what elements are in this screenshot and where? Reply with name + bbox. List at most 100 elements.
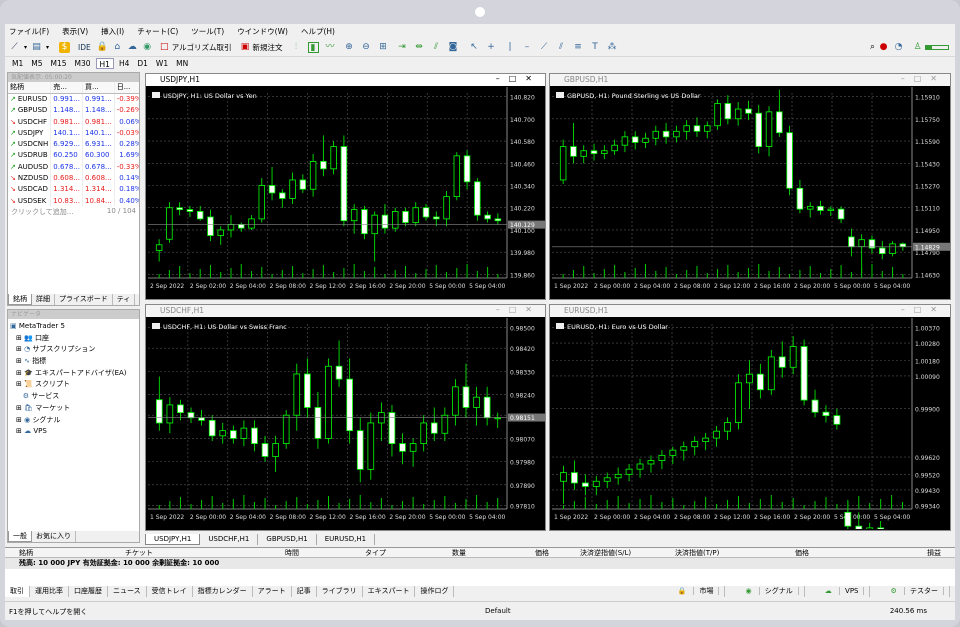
navigator-tab[interactable]: お気に入り xyxy=(32,531,76,542)
trade-column-header[interactable]: 損益 xyxy=(927,548,941,558)
chart-canvas[interactable]: 0.985000.984200.983300.982400.981600.980… xyxy=(148,318,545,529)
navigator-item[interactable]: ⊞ ☁ VPS xyxy=(10,426,137,438)
navigator-item[interactable]: ⊞ ◔ サブスクリプション xyxy=(10,344,137,356)
timeframe-mn[interactable]: MN xyxy=(173,58,191,69)
search-icon[interactable]: ⌕ xyxy=(867,42,878,53)
symbol-row[interactable]: ↗ EURUSD 0.991... 0.991... -0.39% xyxy=(8,93,139,105)
expand-icon[interactable]: ⊞ xyxy=(16,357,24,365)
window-controls[interactable]: –□✕ xyxy=(901,305,946,314)
window-controls[interactable]: –□✕ xyxy=(496,305,541,314)
chart-shift-icon[interactable]: ⇹ xyxy=(414,42,425,53)
expand-icon[interactable]: ⊞ xyxy=(16,404,24,412)
timeframe-h4[interactable]: H4 xyxy=(116,58,132,69)
horizontal-line-icon[interactable]: – xyxy=(522,42,533,53)
toolbox-tab[interactable]: 取引 xyxy=(5,586,30,597)
zoom-out-icon[interactable]: ⊖ xyxy=(361,42,372,53)
signals-icon[interactable]: ◉ xyxy=(142,42,153,53)
fibonacci-icon[interactable]: ≡ xyxy=(573,42,584,53)
timeframe-m15[interactable]: M15 xyxy=(48,58,70,69)
new-order-icon[interactable]: ▣ xyxy=(240,42,251,53)
timeframe-m1[interactable]: M1 xyxy=(9,58,26,69)
expand-icon[interactable]: ⊞ xyxy=(16,334,24,342)
trade-column-header[interactable]: 時間 xyxy=(285,548,299,558)
column-header[interactable]: 日... xyxy=(114,82,139,94)
screenshot-icon[interactable]: ◙ xyxy=(448,42,459,53)
trade-column-header[interactable]: 決済逆指値(S/L) xyxy=(580,548,631,558)
navigator-item[interactable]: ⚙ サービス xyxy=(10,391,137,403)
toolbox-tab[interactable]: 受信トレイ xyxy=(147,586,193,597)
currency-icon[interactable]: $ xyxy=(59,42,70,53)
menu-item[interactable]: ヘルプ(H) xyxy=(301,26,335,37)
dropdown-icon[interactable]: ▾ xyxy=(42,42,53,53)
column-header[interactable]: 銘柄 xyxy=(8,82,52,94)
ide-button[interactable]: IDE xyxy=(78,43,91,52)
vertical-line-icon[interactable]: | xyxy=(505,42,516,53)
bar-chart-icon[interactable]: ▮ xyxy=(307,42,319,53)
toolbox-tab[interactable]: 口座履歴 xyxy=(69,586,108,597)
market-watch-tab[interactable]: ティ xyxy=(113,294,136,305)
menu-item[interactable]: 挿入(I) xyxy=(101,26,124,37)
navigator-item[interactable]: ⊞ ◉ シグナル xyxy=(10,415,137,427)
trade-column-header[interactable]: 決済指値(T/P) xyxy=(675,548,719,558)
column-header[interactable]: 売... xyxy=(50,82,83,94)
new-order-button[interactable]: 新規注文 xyxy=(253,42,283,53)
timeframe-w1[interactable]: W1 xyxy=(153,58,171,69)
algo-trading-button[interactable]: アルゴリズム取引 xyxy=(172,42,232,53)
chart-tab[interactable]: GBPUSD,H1 xyxy=(258,534,317,545)
symbol-row[interactable]: ↘ USDCHF 0.981... 0.981... 0.06% xyxy=(8,115,139,128)
trade-column-header[interactable]: チケット xyxy=(125,548,153,558)
toolbox-tab[interactable]: エキスパート xyxy=(363,586,416,597)
connection-icon[interactable]: ♙ xyxy=(912,42,923,53)
chart-tab[interactable]: USDJPY,H1 xyxy=(145,534,201,545)
profiles-icon[interactable]: ▤ xyxy=(31,42,42,53)
menu-item[interactable]: ウインドウ(W) xyxy=(237,26,288,37)
menu-item[interactable]: ツール(T) xyxy=(191,26,224,37)
trade-column-header[interactable]: 価格 xyxy=(795,548,809,558)
account-icon[interactable]: ◔ xyxy=(893,42,904,53)
trade-column-header[interactable]: タイプ xyxy=(365,548,386,558)
chart-canvas[interactable]: 1.15910 1.15750 1.15590 1.15430 1.15270 1.151… xyxy=(552,87,950,298)
cursor-icon[interactable]: ↖ xyxy=(469,42,480,53)
expand-icon[interactable]: ⊞ xyxy=(16,369,24,377)
navigator-item[interactable]: ▣ MetaTrader 5 xyxy=(10,321,137,333)
navigator-item[interactable]: ⊞ 🎓 エキスパートアドバイザ(EA) xyxy=(10,368,137,380)
trend-line-icon[interactable]: ⟋ xyxy=(539,42,550,53)
navigator-item[interactable]: ⊞ ∿ 指標 xyxy=(10,356,137,368)
window-controls[interactable]: –□✕ xyxy=(901,74,946,83)
chart-tab[interactable]: EURUSD,H1 xyxy=(317,534,376,545)
chart-window-gbpusd[interactable]: GBPUSD,H1 –□✕ 1.15910 1.15750 1.15590 1.154… xyxy=(549,73,951,300)
line-chart-icon[interactable]: 〰 xyxy=(325,42,336,53)
lock-icon[interactable]: 🔒 xyxy=(97,42,108,53)
chart-canvas[interactable]: 1.00370 1.00280 1.00180 1.00090 0.99900 0.996… xyxy=(552,318,950,529)
dropdown-icon[interactable]: ▾ xyxy=(20,42,31,53)
channel-icon[interactable]: ⫽ xyxy=(556,42,567,53)
notifications-icon[interactable]: ● xyxy=(878,42,889,53)
timeframe-d1[interactable]: D1 xyxy=(134,58,151,69)
symbol-row[interactable]: ↘ USDSEK 10.83... 10.84... 0.40% xyxy=(8,194,139,207)
market-icon[interactable]: ⌂ xyxy=(112,42,123,53)
algo-trading-icon[interactable]: □ xyxy=(159,42,170,53)
expand-icon[interactable]: ⊞ xyxy=(16,427,24,435)
expand-icon[interactable]: ⊞ xyxy=(16,345,24,353)
toolbox-link[interactable]: ◉ シグナル xyxy=(735,586,805,597)
zoom-in-icon[interactable]: ⊕ xyxy=(344,42,355,53)
add-symbol-row[interactable]: クリックして追加... 10 / 104 xyxy=(8,206,139,218)
market-watch-tab[interactable]: 詳細 xyxy=(32,294,55,305)
toolbox-tab[interactable]: アラート xyxy=(253,586,292,597)
navigator-tab[interactable]: 一般 xyxy=(8,531,32,542)
toolbox-tab[interactable]: 記事 xyxy=(292,586,317,597)
new-chart-icon[interactable]: ⟋ xyxy=(9,42,20,53)
chart-window-usdjpy[interactable]: USDJPY,H1 –□✕ 140.820 140.700 140.580 140.4… xyxy=(145,73,546,300)
navigator-item[interactable]: ⊞ 👥 口座 xyxy=(10,333,137,345)
symbol-row[interactable]: ↗ USDJPY 140.1... 140.1... -0.03% xyxy=(8,127,139,139)
navigator-item[interactable]: ⊞ 🛍 マーケット xyxy=(10,403,137,415)
symbol-row[interactable]: ↗ USDRUB 60.250 60.300 1.69% xyxy=(8,149,139,162)
expand-icon[interactable]: ⊞ xyxy=(16,416,24,424)
expand-icon[interactable]: ⊞ xyxy=(16,380,24,388)
trade-column-header[interactable]: 価格 xyxy=(535,548,549,558)
chart-window-usdchf[interactable]: USDCHF,H1 –□✕ 0.98500 0.98420 0.98330 0.982… xyxy=(145,304,546,531)
chart-canvas[interactable]: 140.820 140.700 140.580 140.460 140.340 140.2… xyxy=(148,87,545,298)
window-controls[interactable]: –□✕ xyxy=(496,74,541,83)
depth-icon[interactable]: ⫶ xyxy=(291,42,302,53)
autoscroll-icon[interactable]: ⇥ xyxy=(397,42,408,53)
